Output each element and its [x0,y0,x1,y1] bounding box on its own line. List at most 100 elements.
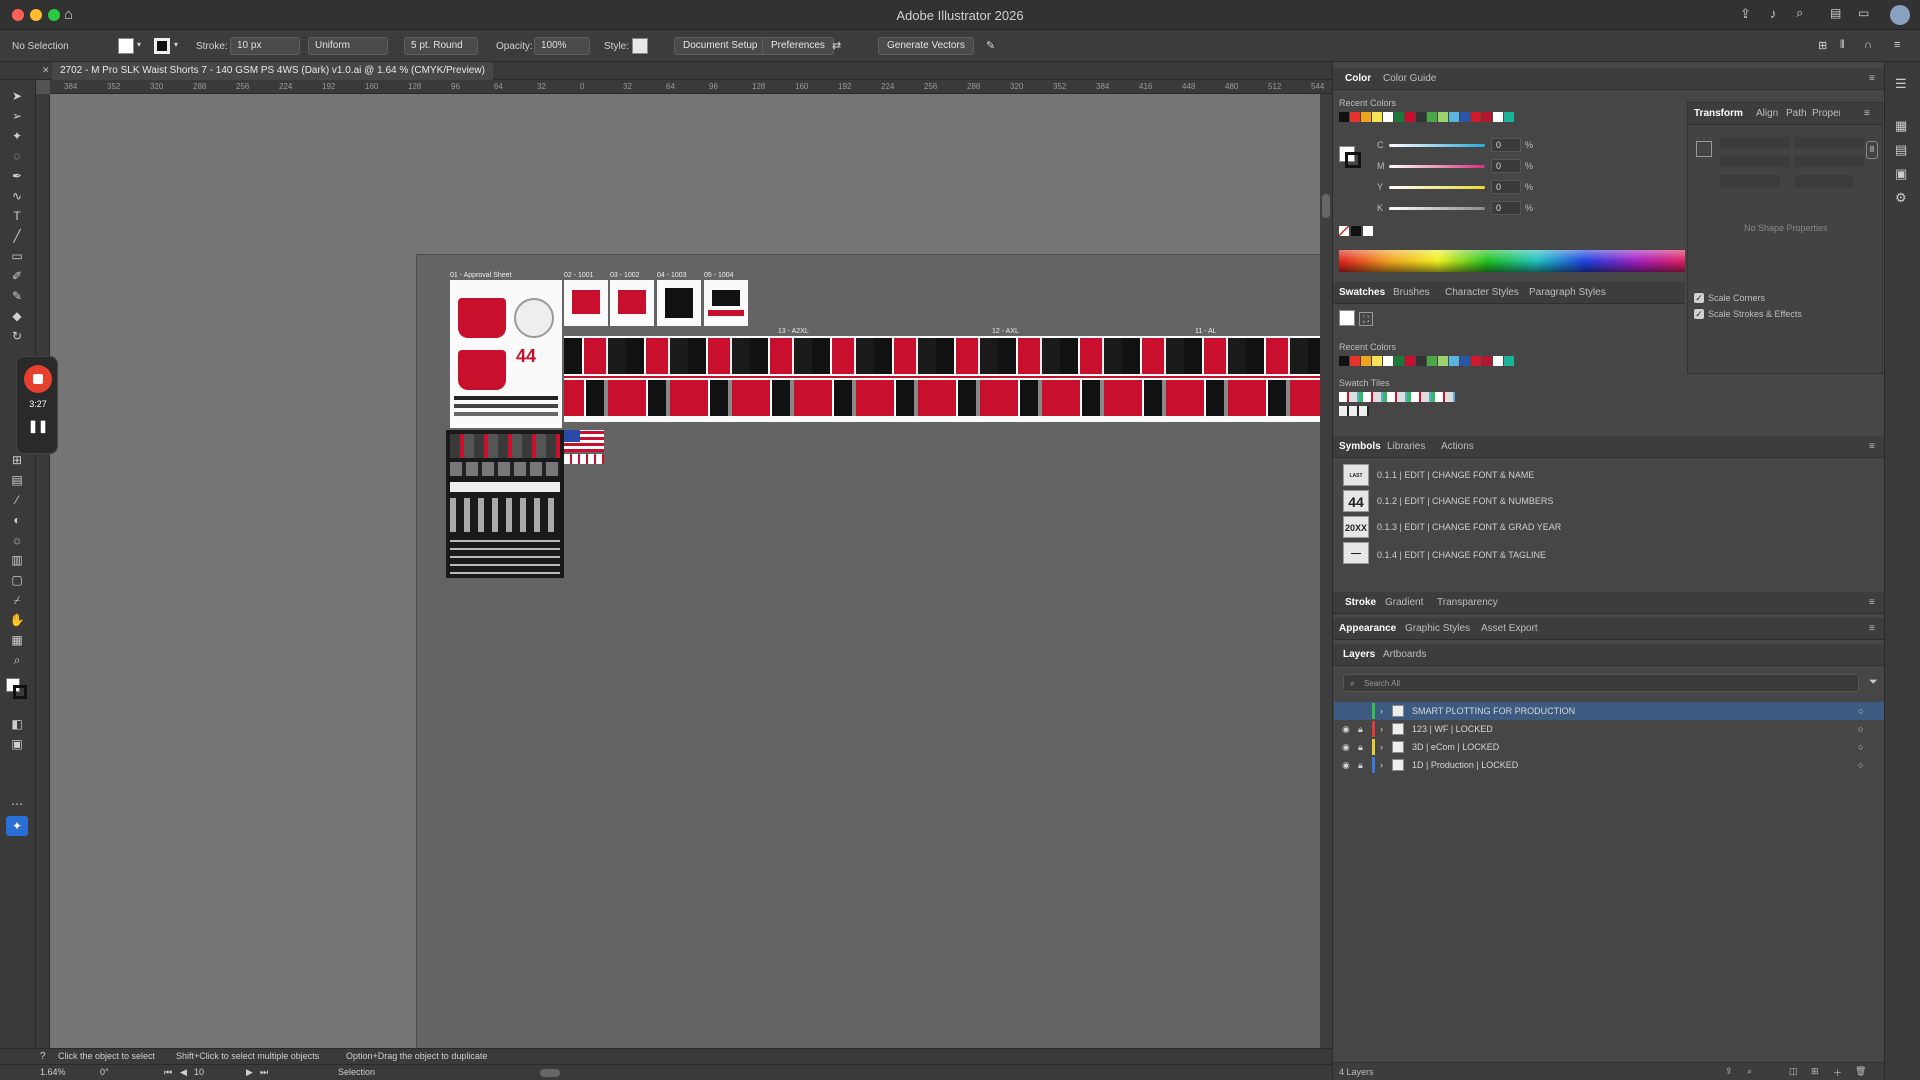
color-swatch[interactable] [1350,112,1360,122]
symbol-sprayer-icon[interactable]: ☼ [8,532,26,548]
color-swatch[interactable] [1361,112,1371,122]
eye-icon[interactable]: ◉ [1342,720,1350,738]
chevron-down-icon[interactable]: ▾ [174,40,178,49]
menu-icon[interactable]: ≡ [1894,39,1900,51]
tab-layers[interactable]: Layers [1343,649,1375,660]
artboards-icon[interactable]: ▣ [1895,166,1907,182]
lasso-tool-icon[interactable]: ◌ [8,148,26,164]
color-swatch[interactable] [1416,112,1426,122]
layer-row-wf[interactable]: ◉ 🔒︎ › 123 | WF | LOCKED ○ [1334,720,1884,738]
scale-strokes-checkbox[interactable]: ✓ [1694,309,1704,319]
avatar[interactable] [1890,5,1910,25]
previous-artboard-icon[interactable]: ◀ [180,1067,187,1078]
symbol-label[interactable]: 0.1.3 | EDIT | CHANGE FONT & GRAD YEAR [1377,522,1561,532]
blend-tool-icon[interactable]: ◐ [8,512,26,528]
shear-field[interactable] [1794,175,1854,187]
tab-character-styles[interactable]: Character Styles [1445,287,1519,298]
artboard-1003[interactable] [657,280,701,326]
channel-value-input[interactable]: 0 [1491,138,1521,152]
zoom-tool-icon[interactable]: ⌕ [8,652,26,668]
color-swatch[interactable] [1394,112,1404,122]
symbol-label[interactable]: 0.1.2 | EDIT | CHANGE FONT & NUMBERS [1377,496,1553,506]
layer-name[interactable]: 1D | Production | LOCKED [1412,756,1518,774]
x-field[interactable] [1720,137,1790,149]
scale-corners-checkbox[interactable]: ✓ [1694,293,1704,303]
color-swatch[interactable] [1416,356,1426,366]
mesh-tool-icon[interactable]: ⊞ [8,452,26,468]
color-swatch[interactable] [1361,356,1371,366]
color-swatch[interactable] [1504,356,1514,366]
symbol-thumb[interactable]: 20XX [1343,516,1369,538]
chevron-down-icon[interactable]: ▾ [137,40,141,49]
adjust-icon[interactable]: ⚙ [1895,190,1907,206]
next-artboard-icon[interactable]: ▶ [246,1067,253,1078]
horizontal-scroll-thumb[interactable] [540,1069,560,1077]
paintbrush-tool-icon[interactable]: ✐ [8,268,26,284]
print-tiling-icon[interactable]: ▦ [8,632,26,648]
slice-tool-icon[interactable]: ⌿ [8,592,26,608]
artboard-1004[interactable] [704,280,748,326]
tab-transparency[interactable]: Transparency [1437,597,1498,608]
vertical-scrollbar[interactable] [1320,94,1332,1048]
zoom-level[interactable]: 1.64% [40,1067,66,1077]
swatch-options-icon[interactable]: ⛶ [1359,312,1373,326]
production-artboards[interactable] [564,336,1320,422]
tab-libraries[interactable]: Libraries [1387,441,1425,452]
stop-recording-button[interactable] [24,365,52,393]
pin-icon[interactable]: ✎ [986,39,995,52]
generative-tool-icon[interactable]: ✦ [6,816,28,836]
pen-tool-icon[interactable]: ✒ [8,168,26,184]
color-swatch[interactable] [1372,112,1382,122]
color-swatch[interactable] [1405,112,1415,122]
curvature-tool-icon[interactable]: ∿ [8,188,26,204]
tab-graphic-styles[interactable]: Graphic Styles [1405,623,1470,634]
tab-path[interactable]: Path [1786,108,1807,119]
tab-transform[interactable]: Transform [1694,108,1743,119]
eye-icon[interactable]: ◉ [1342,738,1350,756]
channel-slider[interactable] [1389,144,1485,147]
color-swatch[interactable] [1449,356,1459,366]
align-icon[interactable]: ⊞ [1818,39,1827,52]
preferences-button[interactable]: Preferences [762,37,834,55]
properties-icon[interactable]: ☰ [1895,76,1907,92]
stroke-color-icon[interactable] [1345,152,1361,168]
panel-menu-icon[interactable]: ≡ [1869,597,1875,608]
swatch-tiles-row-2[interactable] [1339,406,1369,416]
color-swatch[interactable] [1372,356,1382,366]
more-tools-icon[interactable]: ⋯ [8,796,26,812]
tab-color[interactable]: Color [1345,73,1371,84]
channel-slider[interactable] [1389,207,1485,210]
symbol-thumb[interactable]: — [1343,542,1369,564]
stroke-color-icon[interactable] [13,685,27,699]
panel-menu-icon[interactable]: ≡ [1864,108,1870,119]
distribute-icon[interactable]: ⫴ [1840,39,1845,52]
lock-icon[interactable]: 🔒︎ [1358,738,1363,756]
eyedropper-tool-icon[interactable]: ⁄ [8,492,26,508]
layers-search-input[interactable]: ⌕ Search All [1343,674,1859,692]
document-setup-button[interactable]: Document Setup [674,37,767,55]
target-icon[interactable]: ○ [1858,756,1863,774]
lock-icon[interactable]: 🔒︎ [1358,756,1363,774]
tab-artboards[interactable]: Artboards [1383,649,1426,660]
fill-swatch[interactable] [118,38,134,54]
delete-layer-icon[interactable]: 🗑︎ [1855,1066,1866,1077]
scroll-thumb[interactable] [1322,194,1330,218]
new-layer-icon[interactable]: ＋ [1833,1066,1842,1079]
screen-mode-icon[interactable]: ▣ [8,736,26,752]
layer-name[interactable]: 123 | WF | LOCKED [1412,720,1493,738]
generate-vectors-button[interactable]: Generate Vectors [878,37,974,55]
rotation-value[interactable]: 0° [100,1067,109,1077]
stroke-swatch[interactable] [154,38,170,54]
layer-name[interactable]: 3D | eCom | LOCKED [1412,738,1499,756]
pause-icon[interactable]: ❚❚ [17,419,59,433]
artboard-number[interactable]: 10 [194,1067,204,1077]
none-swatch[interactable] [1339,226,1349,236]
color-swatch[interactable] [1350,356,1360,366]
layer-row-ecom[interactable]: ◉ 🔒︎ › 3D | eCom | LOCKED ○ [1334,738,1884,756]
tab-asset-export[interactable]: Asset Export [1481,623,1538,634]
shaper-tool-icon[interactable]: ✎ [8,288,26,304]
color-swatch[interactable] [1449,112,1459,122]
type-tool-icon[interactable]: T [8,208,26,224]
artboard-tool-icon[interactable]: ▢ [8,572,26,588]
expand-arrow-icon[interactable]: › [1380,756,1383,774]
